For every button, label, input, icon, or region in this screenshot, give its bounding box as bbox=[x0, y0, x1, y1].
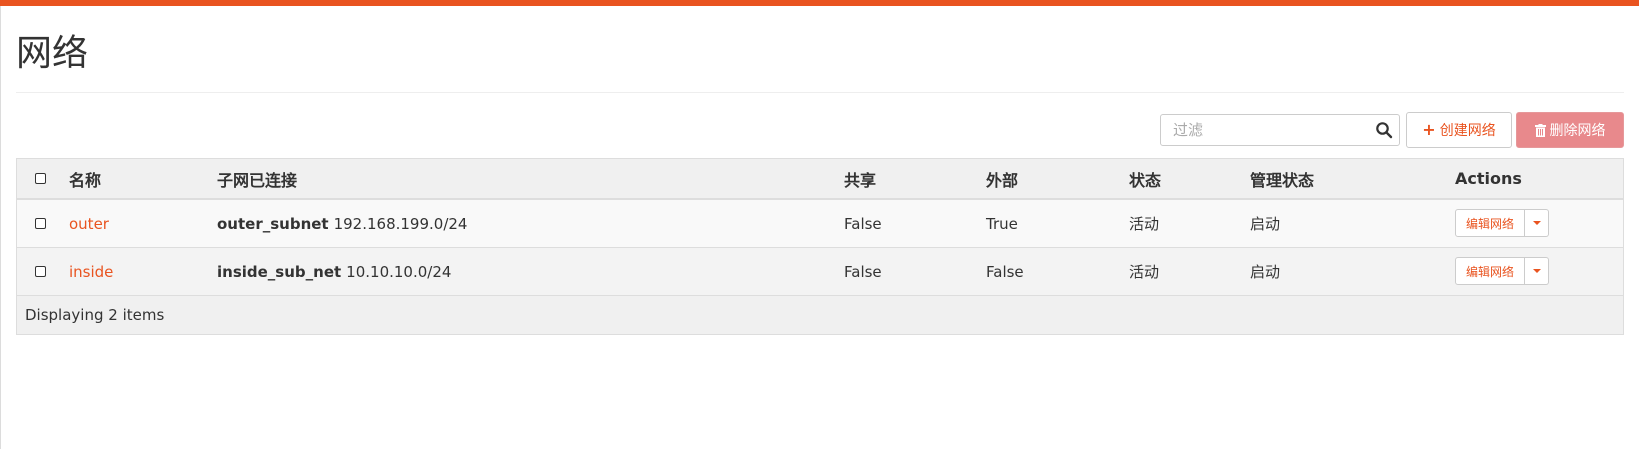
table-row: outer outer_subnet 192.168.199.0/24 Fals… bbox=[17, 200, 1623, 248]
status-value: 活动 bbox=[1129, 215, 1160, 233]
shared-value: False bbox=[844, 214, 882, 233]
delete-network-label: 删除网络 bbox=[1549, 123, 1606, 139]
subnet-name: inside_sub_net bbox=[217, 262, 342, 281]
subnet-name: outer_subnet bbox=[217, 214, 329, 233]
networks-table: 名称 子网已连接 共享 外部 状态 管理状态 Actions outer out… bbox=[16, 158, 1624, 335]
status-value: 活动 bbox=[1129, 263, 1160, 281]
network-name-link[interactable]: outer bbox=[69, 215, 109, 233]
edit-network-button[interactable]: 编辑网络 bbox=[1455, 257, 1526, 285]
subnet-cidr: 10.10.10.0/24 bbox=[346, 262, 452, 281]
column-header-admin-state[interactable]: 管理状态 bbox=[1250, 159, 1314, 198]
actions-dropdown-toggle[interactable] bbox=[1525, 209, 1550, 237]
create-network-button[interactable]: + 创建网络 bbox=[1406, 112, 1512, 148]
chevron-down-icon bbox=[1532, 269, 1541, 273]
external-value: False bbox=[986, 262, 1024, 281]
column-header-name[interactable]: 名称 bbox=[69, 159, 101, 198]
table-header: 名称 子网已连接 共享 外部 状态 管理状态 Actions bbox=[17, 159, 1623, 200]
row-actions: 编辑网络 bbox=[1455, 209, 1550, 237]
table-row: inside inside_sub_net 10.10.10.0/24 Fals… bbox=[17, 248, 1623, 296]
table-footer: Displaying 2 items bbox=[17, 296, 1623, 334]
column-header-subnets[interactable]: 子网已连接 bbox=[217, 159, 297, 198]
item-count: Displaying 2 items bbox=[25, 306, 165, 324]
trash-icon bbox=[1534, 123, 1546, 137]
column-header-external[interactable]: 外部 bbox=[986, 159, 1018, 198]
external-value: True bbox=[986, 214, 1018, 233]
filter-box bbox=[1160, 114, 1400, 146]
sidebar-edge bbox=[0, 6, 1, 449]
edit-network-button[interactable]: 编辑网络 bbox=[1455, 209, 1526, 237]
row-actions: 编辑网络 bbox=[1455, 257, 1550, 285]
admin-state-value: 启动 bbox=[1250, 263, 1281, 281]
filter-input[interactable] bbox=[1161, 115, 1385, 145]
network-name-link[interactable]: inside bbox=[69, 263, 113, 281]
page-title: 网络 bbox=[16, 33, 89, 74]
search-icon[interactable] bbox=[1375, 121, 1393, 139]
chevron-down-icon bbox=[1532, 221, 1541, 225]
title-divider bbox=[16, 92, 1624, 93]
shared-value: False bbox=[844, 262, 882, 281]
delete-network-button[interactable]: 删除网络 bbox=[1516, 112, 1624, 148]
row-checkbox[interactable] bbox=[35, 265, 46, 277]
column-header-shared[interactable]: 共享 bbox=[844, 159, 876, 198]
plus-icon: + bbox=[1422, 120, 1436, 139]
column-header-actions: Actions bbox=[1455, 169, 1522, 188]
row-checkbox[interactable] bbox=[35, 217, 46, 229]
column-header-status[interactable]: 状态 bbox=[1129, 159, 1161, 198]
subnet-cidr: 192.168.199.0/24 bbox=[333, 214, 468, 233]
admin-state-value: 启动 bbox=[1250, 215, 1281, 233]
top-accent-bar bbox=[0, 0, 1639, 6]
select-all-checkbox[interactable] bbox=[35, 172, 46, 184]
create-network-label: 创建网络 bbox=[1439, 123, 1496, 139]
actions-dropdown-toggle[interactable] bbox=[1525, 257, 1550, 285]
